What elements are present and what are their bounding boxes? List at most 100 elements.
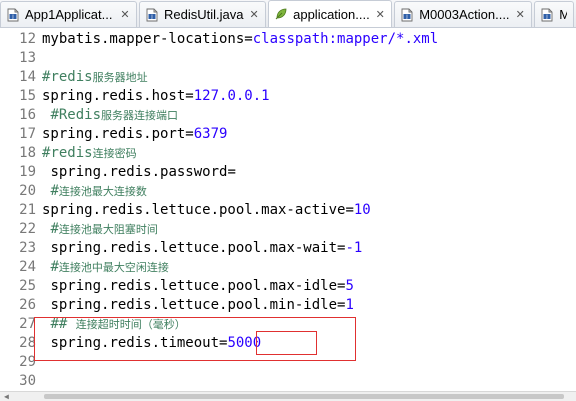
tab-label: RedisUtil.java: [164, 7, 244, 22]
tab-3[interactable]: J M0003Action.... ✕: [394, 1, 533, 27]
line-number: 14: [19, 69, 36, 85]
property-value: classpath:mapper/*.xml: [252, 31, 439, 47]
code-text: mybatis.mapper-locations=classpath:mappe…: [42, 30, 438, 49]
tab-label: M0003Action....: [419, 7, 510, 22]
line-number: 23: [19, 240, 36, 256]
code-line[interactable]: 24 #连接池中最大空闲连接: [0, 258, 576, 277]
code-text: spring.redis.lettuce.pool.max-active=10: [42, 201, 371, 220]
code-line[interactable]: 26 spring.redis.lettuce.pool.min-idle=1: [0, 296, 576, 315]
property-key: spring.redis.lettuce.pool.max-idle: [50, 278, 338, 294]
comment-mark: #: [50, 107, 59, 123]
horizontal-scrollbar[interactable]: ◀: [0, 391, 576, 401]
code-text: #Redis服务器连接端口: [42, 106, 178, 125]
code-line[interactable]: 25 spring.redis.lettuce.pool.max-idle=5: [0, 277, 576, 296]
comment-latin: redis: [50, 145, 93, 161]
code-text: #redis连接密码: [42, 144, 137, 163]
code-line[interactable]: 17 spring.redis.port=6379: [0, 125, 576, 144]
comment: #连接池最大连接数: [50, 183, 146, 199]
svg-text:J: J: [545, 14, 547, 20]
line-number: 26: [19, 297, 36, 313]
equals-sign: =: [244, 31, 253, 47]
equals-sign: =: [227, 164, 236, 180]
code-text: spring.redis.host=127.0.0.1: [42, 87, 270, 106]
tab-2[interactable]: application.... ✕: [268, 0, 393, 27]
tab-4[interactable]: J M0: [534, 1, 574, 27]
highlight-box-timeout-value: [256, 331, 317, 355]
close-tab-icon[interactable]: ✕: [515, 8, 525, 21]
comment-text: 连接池中最大空闲连接: [58, 261, 169, 274]
close-tab-icon[interactable]: ✕: [375, 8, 385, 21]
svg-text:J: J: [405, 14, 407, 20]
comment-latin: redis: [50, 69, 93, 85]
code-line[interactable]: 19 spring.redis.password=: [0, 163, 576, 182]
property-key: spring.redis.host: [42, 88, 186, 104]
property-value: 5: [345, 278, 354, 294]
code-line[interactable]: 18 #redis连接密码: [0, 144, 576, 163]
line-number: 25: [19, 278, 36, 294]
tab-1[interactable]: J RedisUtil.java ✕: [139, 1, 267, 27]
comment-mark: #: [50, 183, 59, 199]
code-line[interactable]: 12 mybatis.mapper-locations=classpath:map…: [0, 30, 576, 49]
java-file-icon: J: [541, 8, 553, 21]
code-text: #连接池最大连接数: [42, 182, 146, 201]
property-key: spring.redis.lettuce.pool.max-wait: [50, 240, 338, 256]
tab-label: M0: [559, 7, 567, 22]
code-text: #连接池中最大空闲连接: [42, 258, 168, 277]
code-line[interactable]: 14 #redis服务器地址: [0, 68, 576, 87]
comment-text: 连接池最大连接数: [58, 185, 147, 198]
line-number: 28: [19, 335, 36, 351]
code-line[interactable]: 20 #连接池最大连接数: [0, 182, 576, 201]
comment: #Redis服务器连接端口: [50, 107, 178, 123]
line-number: 16: [19, 107, 36, 123]
tab-0[interactable]: J App1Applicat... ✕: [0, 1, 138, 27]
code-line[interactable]: 22 #连接池最大阻塞时间: [0, 220, 576, 239]
comment-text: 服务器地址: [92, 71, 148, 84]
java-file-icon: J: [7, 8, 19, 21]
line-number: 17: [19, 126, 36, 142]
comment: #连接池中最大空闲连接: [50, 259, 168, 275]
code-line[interactable]: 15 spring.redis.host=127.0.0.1: [0, 87, 576, 106]
java-file-icon: J: [146, 8, 158, 21]
line-number: 21: [19, 202, 36, 218]
tab-label: application....: [293, 6, 370, 22]
comment: #redis连接密码: [42, 145, 137, 161]
code-text: spring.redis.lettuce.pool.min-idle=1: [42, 296, 353, 315]
comment-text: 服务器连接端口: [101, 109, 179, 122]
property-key: mybatis.mapper-locations: [42, 31, 245, 47]
code-text: spring.redis.port=6379: [42, 125, 227, 144]
comment-latin: Redis: [58, 107, 102, 123]
line-number: 18: [19, 145, 36, 161]
comment-mark: #: [50, 221, 59, 237]
comment-text: 连接池最大阻塞时间: [58, 223, 158, 236]
svg-text:J: J: [150, 14, 152, 20]
close-tab-icon[interactable]: ✕: [120, 8, 130, 21]
property-value: 6379: [193, 126, 228, 142]
comment: #redis服务器地址: [42, 69, 148, 85]
property-value: 10: [353, 202, 371, 218]
scroll-left-arrow-icon[interactable]: ◀: [4, 392, 9, 401]
code-line[interactable]: 30: [0, 372, 576, 391]
equals-sign: =: [185, 126, 194, 142]
property-value: 127.0.0.1: [193, 88, 270, 104]
line-number: 19: [19, 164, 36, 180]
equals-sign: =: [345, 202, 354, 218]
tab-label: App1Applicat...: [25, 7, 113, 22]
code-line[interactable]: 13: [0, 49, 576, 68]
comment-mark: #: [50, 259, 59, 275]
line-number: 30: [19, 373, 36, 389]
property-key: spring.redis.password: [50, 164, 228, 180]
equals-sign: =: [185, 88, 194, 104]
property-key: spring.redis.port: [42, 126, 186, 142]
close-tab-icon[interactable]: ✕: [249, 8, 259, 21]
code-line[interactable]: 16 #Redis服务器连接端口: [0, 106, 576, 125]
code-text: spring.redis.lettuce.pool.max-idle=5: [42, 277, 354, 296]
java-file-icon: J: [401, 8, 413, 21]
scrollbar-thumb[interactable]: [44, 394, 564, 399]
code-line[interactable]: 23 spring.redis.lettuce.pool.max-wait=-1: [0, 239, 576, 258]
line-number: 12: [19, 31, 36, 47]
code-text: spring.redis.password=: [42, 163, 236, 182]
code-text: #redis服务器地址: [42, 68, 148, 87]
property-key: spring.redis.lettuce.pool.min-idle: [50, 297, 338, 313]
code-text: #连接池最大阻塞时间: [42, 220, 158, 239]
code-line[interactable]: 21 spring.redis.lettuce.pool.max-active=1…: [0, 201, 576, 220]
